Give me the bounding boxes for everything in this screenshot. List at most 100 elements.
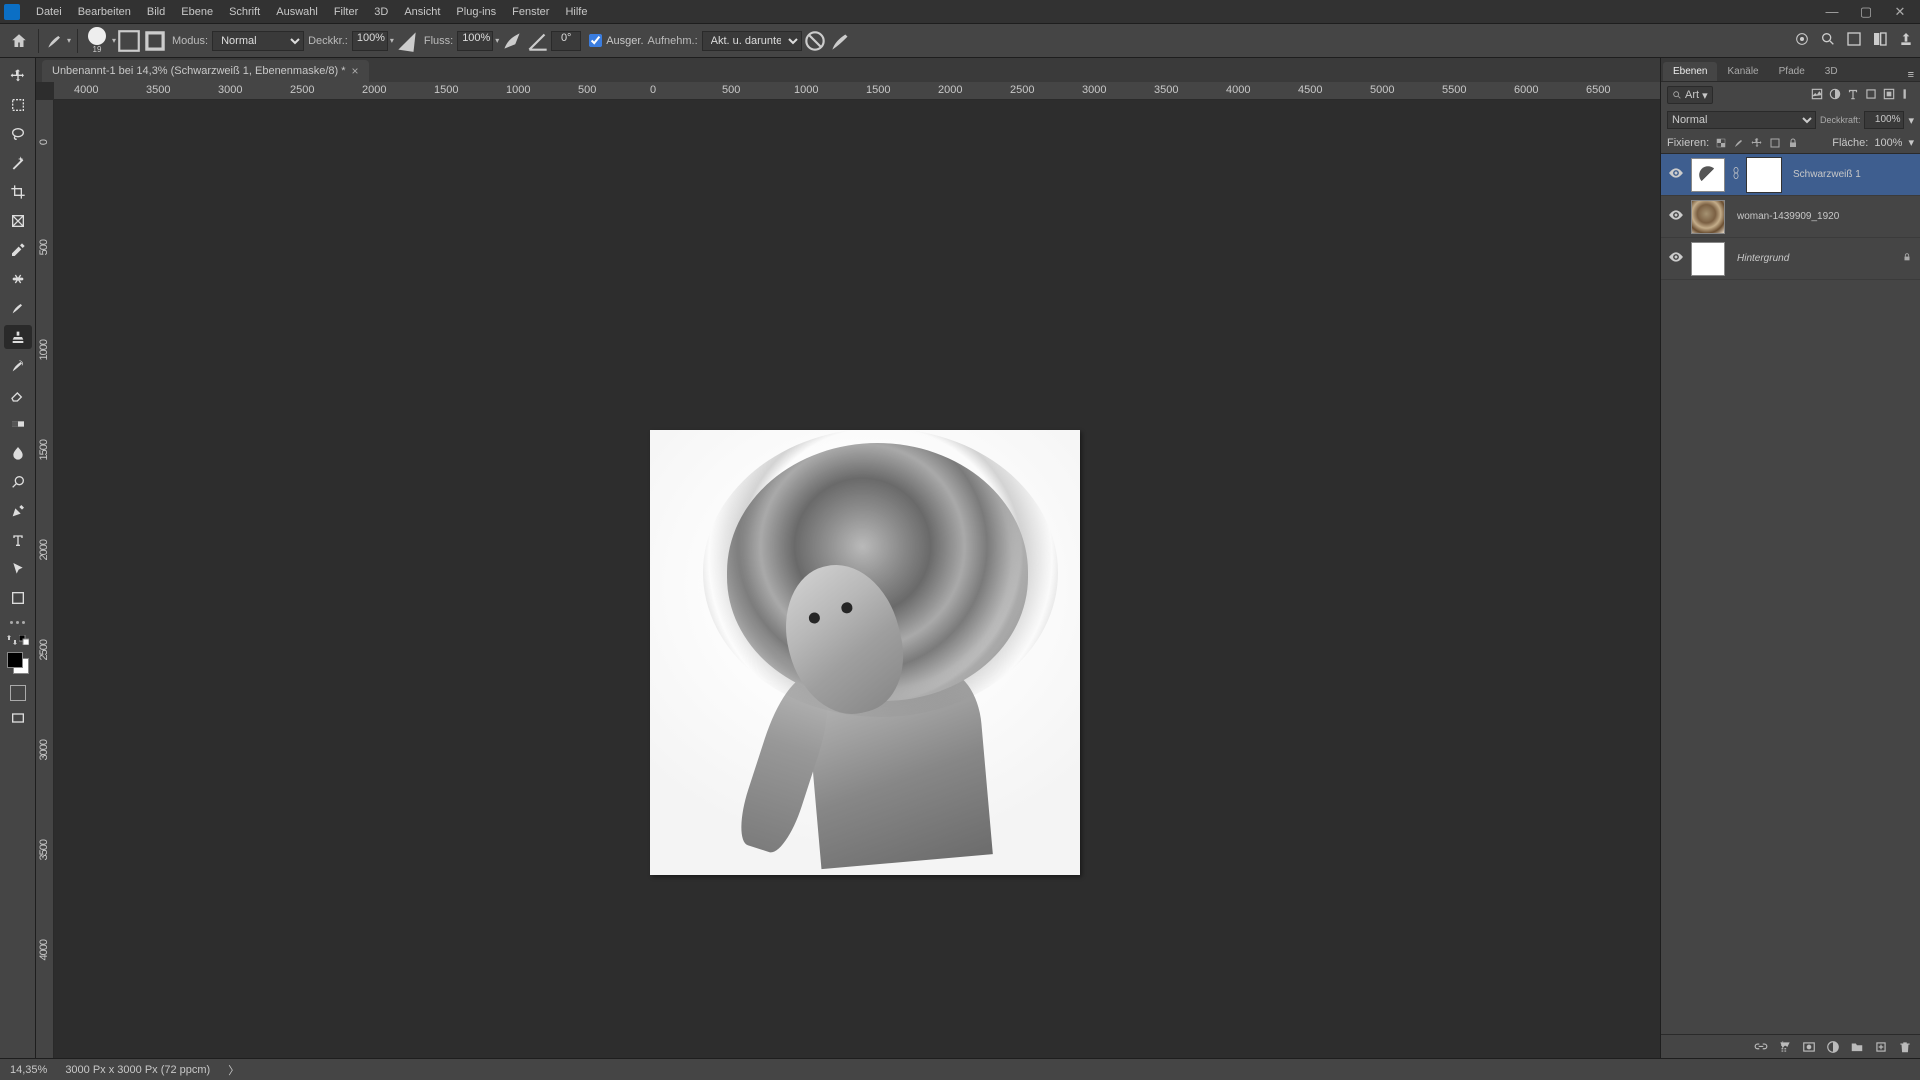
- layer-name[interactable]: woman-1439909_1920: [1737, 211, 1839, 222]
- pen-tool[interactable]: [4, 499, 32, 523]
- tool-preset-button[interactable]: ▾: [45, 28, 71, 54]
- menu-schrift[interactable]: Schrift: [221, 0, 268, 24]
- lock-transparent-icon[interactable]: [1715, 137, 1727, 149]
- default-colors-icon[interactable]: [19, 635, 29, 645]
- vertical-ruler[interactable]: 05001000150020002500300035004000: [36, 100, 54, 1058]
- artboard[interactable]: [650, 430, 1080, 875]
- share-button[interactable]: [1898, 31, 1914, 50]
- move-tool[interactable]: [4, 64, 32, 88]
- healing-brush-tool[interactable]: [4, 267, 32, 291]
- cloud-docs-button[interactable]: [1794, 31, 1810, 50]
- dodge-tool[interactable]: [4, 470, 32, 494]
- history-brush-tool[interactable]: [4, 354, 32, 378]
- airbrush-button[interactable]: [499, 28, 525, 54]
- swap-colors-icon[interactable]: [7, 635, 17, 645]
- adjustment-thumb[interactable]: [1691, 158, 1725, 192]
- eyedropper-tool[interactable]: [4, 238, 32, 262]
- search-button[interactable]: [1820, 31, 1836, 50]
- filter-shape-icon[interactable]: [1864, 87, 1878, 104]
- type-tool[interactable]: [4, 528, 32, 552]
- gradient-tool[interactable]: [4, 412, 32, 436]
- frame-tool[interactable]: [4, 209, 32, 233]
- edit-toolbar-button[interactable]: [10, 621, 25, 624]
- tab-pfade[interactable]: Pfade: [1769, 62, 1815, 81]
- fill-value[interactable]: 100%: [1874, 137, 1902, 149]
- menu-auswahl[interactable]: Auswahl: [268, 0, 326, 24]
- fill-dropdown[interactable]: ▾: [1908, 136, 1914, 149]
- filter-type-icon[interactable]: [1846, 87, 1860, 104]
- link-layers-button[interactable]: [1754, 1040, 1768, 1054]
- delete-layer-button[interactable]: [1898, 1040, 1912, 1054]
- layer-row[interactable]: Schwarzweiß 1: [1661, 154, 1920, 196]
- lock-artboard-icon[interactable]: [1769, 137, 1781, 149]
- layer-blend-mode-select[interactable]: Normal: [1667, 111, 1816, 129]
- angle-value[interactable]: 0°: [551, 31, 581, 51]
- panel-menu-button[interactable]: ≡: [1902, 69, 1920, 81]
- document-dimensions[interactable]: 3000 Px x 3000 Px (72 ppcm): [65, 1064, 210, 1076]
- lasso-tool[interactable]: [4, 122, 32, 146]
- tab-ebenen[interactable]: Ebenen: [1663, 62, 1717, 81]
- add-adjustment-button[interactable]: [1826, 1040, 1840, 1054]
- home-button[interactable]: [6, 28, 32, 54]
- window-maximize-button[interactable]: ▢: [1850, 2, 1882, 22]
- layer-mask-thumb[interactable]: [1747, 158, 1781, 192]
- layer-lock-icon[interactable]: [1902, 251, 1912, 266]
- lock-position-icon[interactable]: [1751, 137, 1763, 149]
- tab-3d[interactable]: 3D: [1815, 62, 1848, 81]
- filter-pixel-icon[interactable]: [1810, 87, 1824, 104]
- pressure-opacity-button[interactable]: [394, 28, 420, 54]
- layer-name[interactable]: Hintergrund: [1737, 253, 1789, 264]
- crop-tool[interactable]: [4, 180, 32, 204]
- workspace-switcher-button[interactable]: [1872, 31, 1888, 50]
- screen-mode-button[interactable]: [4, 706, 32, 730]
- filter-toggle[interactable]: [1900, 87, 1914, 104]
- lock-all-icon[interactable]: [1787, 137, 1799, 149]
- layer-filter-type[interactable]: Art▾: [1667, 86, 1713, 104]
- layer-opacity-dropdown[interactable]: ▾: [1908, 114, 1914, 127]
- add-mask-button[interactable]: [1802, 1040, 1816, 1054]
- menu-bearbeiten[interactable]: Bearbeiten: [70, 0, 139, 24]
- brush-tool[interactable]: [4, 296, 32, 320]
- layer-row[interactable]: Hintergrund: [1661, 238, 1920, 280]
- quick-mask-button[interactable]: [10, 685, 26, 701]
- menu-plugins[interactable]: Plug-ins: [448, 0, 504, 24]
- marquee-tool[interactable]: [4, 93, 32, 117]
- menu-ansicht[interactable]: Ansicht: [396, 0, 448, 24]
- filter-adjust-icon[interactable]: [1828, 87, 1842, 104]
- sample-mode-select[interactable]: Akt. u. darunter: [702, 31, 802, 51]
- layer-style-button[interactable]: fx: [1778, 1040, 1792, 1054]
- flow-value[interactable]: 100%: [457, 31, 493, 51]
- magic-wand-tool[interactable]: [4, 151, 32, 175]
- menu-hilfe[interactable]: Hilfe: [557, 0, 595, 24]
- brush-preview[interactable]: [88, 27, 106, 45]
- aligned-checkbox[interactable]: Ausger.: [589, 34, 643, 47]
- ignore-adjustments-button[interactable]: [802, 28, 828, 54]
- opacity-value[interactable]: 100%: [352, 31, 388, 51]
- menu-datei[interactable]: Datei: [28, 0, 70, 24]
- window-close-button[interactable]: ✕: [1884, 2, 1916, 22]
- layer-visibility-toggle[interactable]: [1665, 210, 1687, 223]
- layer-thumb[interactable]: [1691, 200, 1725, 234]
- layer-name[interactable]: Schwarzweiß 1: [1793, 169, 1861, 180]
- layer-opacity-value[interactable]: 100%: [1864, 111, 1904, 129]
- new-group-button[interactable]: [1850, 1040, 1864, 1054]
- menu-filter[interactable]: Filter: [326, 0, 366, 24]
- path-selection-tool[interactable]: [4, 557, 32, 581]
- eraser-tool[interactable]: [4, 383, 32, 407]
- menu-fenster[interactable]: Fenster: [504, 0, 557, 24]
- layer-mask-link-icon[interactable]: [1731, 166, 1741, 183]
- clone-source-panel-button[interactable]: [142, 28, 168, 54]
- layer-thumb[interactable]: [1691, 242, 1725, 276]
- arrange-documents-button[interactable]: [1846, 31, 1862, 50]
- menu-ebene[interactable]: Ebene: [173, 0, 221, 24]
- clone-stamp-tool[interactable]: [4, 325, 32, 349]
- document-tab-close[interactable]: ×: [352, 64, 359, 78]
- menu-bild[interactable]: Bild: [139, 0, 173, 24]
- layer-row[interactable]: woman-1439909_1920: [1661, 196, 1920, 238]
- brush-panel-button[interactable]: [116, 28, 142, 54]
- blur-tool[interactable]: [4, 441, 32, 465]
- shape-tool[interactable]: [4, 586, 32, 610]
- layer-visibility-toggle[interactable]: [1665, 252, 1687, 265]
- filter-smart-icon[interactable]: [1882, 87, 1896, 104]
- lock-paint-icon[interactable]: [1733, 137, 1745, 149]
